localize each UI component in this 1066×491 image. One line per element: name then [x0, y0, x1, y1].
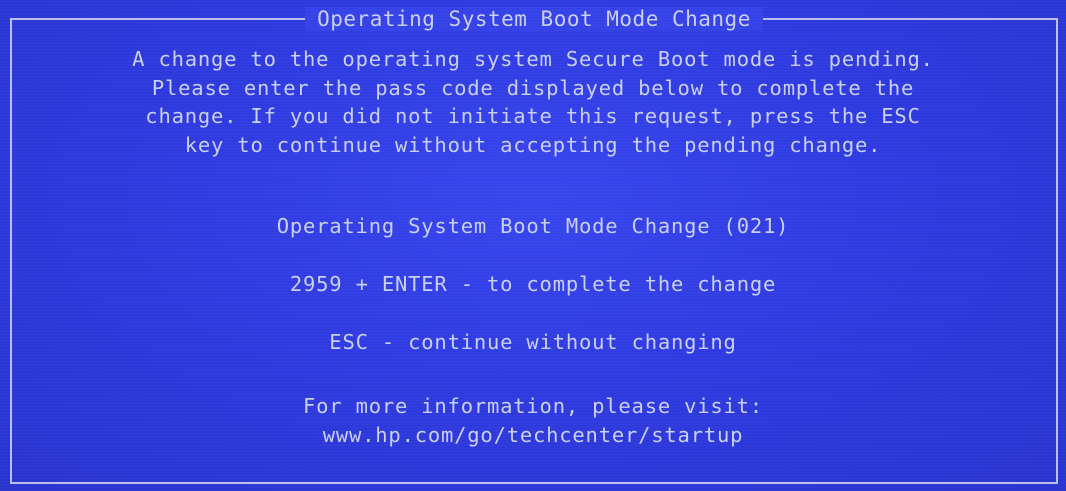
enter-passcode-option[interactable]: 2959 + ENTER - to complete the change — [0, 270, 1066, 298]
dialog-title-bar: Operating System Boot Mode Change — [12, 6, 1056, 32]
bios-screen: Operating System Boot Mode Change A chan… — [0, 0, 1066, 491]
message-line: change. If you did not initiate this req… — [145, 104, 921, 128]
message-line: A change to the operating system Secure … — [132, 47, 934, 71]
esc-option[interactable]: ESC - continue without changing — [0, 328, 1066, 356]
message-line: Please enter the pass code displayed bel… — [151, 75, 915, 100]
change-code-label: Operating System Boot Mode Change (021) — [276, 214, 790, 238]
info-text: For more information, please visit: — [303, 394, 763, 418]
message-line: key to continue without accepting the pe… — [184, 132, 882, 157]
dialog-title: Operating System Boot Mode Change — [305, 7, 763, 31]
info-url: www.hp.com/go/techcenter/startup — [322, 423, 744, 447]
pending-change-message: A change to the operating system Secure … — [0, 45, 1066, 159]
